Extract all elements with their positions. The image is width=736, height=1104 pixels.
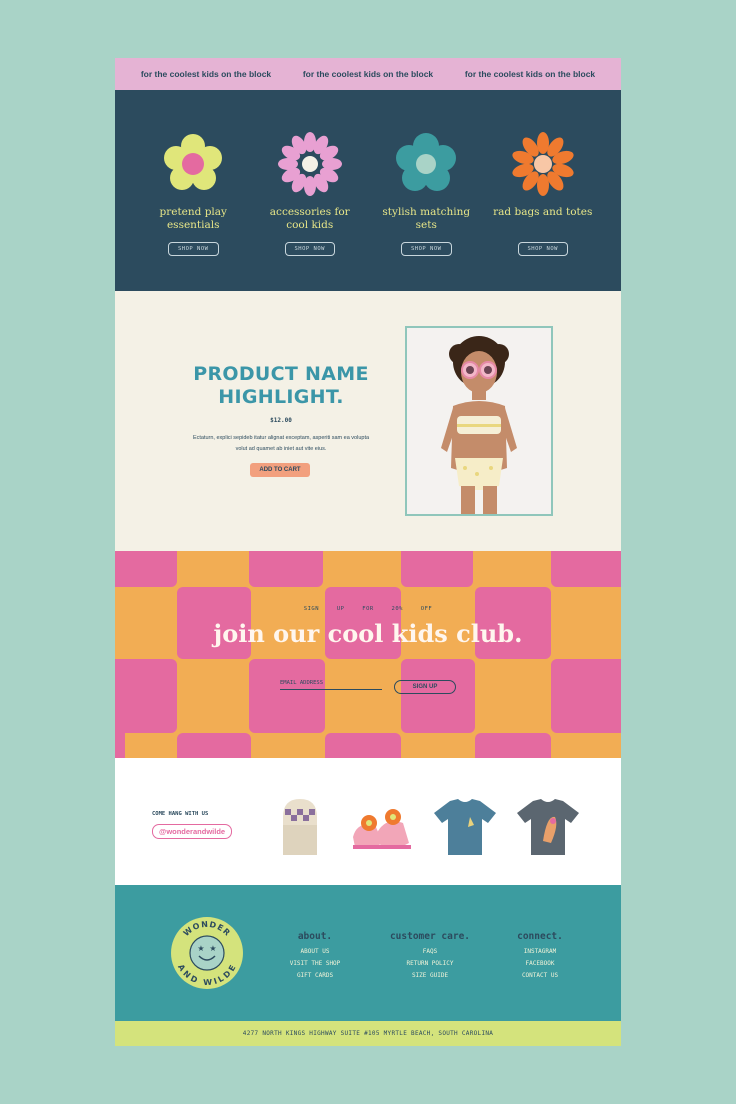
category-label: accessories for cool kids [269,206,350,231]
instagram-handle-link[interactable]: @wonderandwilde [152,824,233,839]
social-section: COME HANG WITH US @wonderandwilde [115,758,621,885]
footer-column-customer-care: customer care. FAQS RETURN POLICY SIZE G… [375,931,485,982]
newsletter-section: SIGN UP FOR 20% OFF join our cool kids c… [115,551,621,758]
return-policy-link[interactable]: RETURN POLICY [375,958,485,970]
beanie-product-image[interactable] [265,795,335,857]
announcement-marquee: for the coolest kids on the block for th… [115,58,621,90]
category-label: rad bags and totes [493,206,593,218]
marquee-text: for the coolest kids on the block [302,69,434,79]
add-to-cart-button[interactable]: ADD TO CART [250,463,310,477]
footer-column-title: about. [297,931,333,942]
flower-icon [164,134,223,190]
blue-tee-product-image[interactable] [430,795,500,857]
category-matching-sets: stylish matching sets SHOP NOW [376,90,476,256]
wonder-and-wilde-logo[interactable]: ★ ★ WONDER AND WILDE [170,916,244,990]
facebook-link[interactable]: FACEBOOK [485,958,595,970]
footer-column-connect: connect. INSTAGRAM FACEBOOK CONTACT US [485,931,595,982]
flower-icon [396,133,457,191]
marquee-text: for the coolest kids on the block [140,69,272,79]
page: for the coolest kids on the block for th… [115,58,621,1046]
category-pretend-play: pretend play essentials SHOP NOW [143,90,243,256]
grey-tee-product-image[interactable] [513,795,583,857]
store-address: 4277 NORTH KINGS HIGHWAY SUITE #105 MYRT… [242,1030,494,1037]
size-guide-link[interactable]: SIZE GUIDE [375,970,485,982]
category-bags-totes: rad bags and totes SHOP NOW [493,90,593,256]
faqs-link[interactable]: FAQS [375,946,485,958]
marquee-text: for the coolest kids on the block [464,69,596,79]
instagram-link[interactable]: INSTAGRAM [485,946,595,958]
product-description: Ectaturn, explici sepideb itatur alignat… [192,435,370,452]
footer-column-about: about. ABOUT US VISIT THE SHOP GIFT CARD… [260,931,370,982]
shop-now-button[interactable]: SHOP NOW [517,242,568,256]
category-section: pretend play essentials SHOP NOW accesso… [115,90,621,291]
shop-now-button[interactable]: SHOP NOW [284,242,335,256]
flower-icon [277,132,342,196]
shop-now-button[interactable]: SHOP NOW [168,242,219,256]
address-bar: 4277 NORTH KINGS HIGHWAY SUITE #105 MYRT… [115,1021,621,1046]
footer: ★ ★ WONDER AND WILDE about. ABOUT US VIS… [115,885,621,1021]
product-highlight-section: PRODUCT NAME HIGHLIGHT. $12.00 Ectaturn,… [115,291,621,551]
sign-up-button[interactable]: SIGN UP [394,680,456,694]
shop-now-button[interactable]: SHOP NOW [401,242,452,256]
visit-shop-link[interactable]: VISIT THE SHOP [260,958,370,970]
product-photo[interactable] [405,326,553,516]
footer-column-title: connect. [517,931,563,942]
flower-sandals-product-image[interactable] [347,795,417,857]
come-hang-label: COME HANG WITH US [152,811,209,817]
svg-text:★: ★ [197,944,204,953]
svg-text:★: ★ [209,944,216,953]
category-accessories: accessories for cool kids SHOP NOW [260,90,360,256]
about-us-link[interactable]: ABOUT US [260,946,370,958]
signup-discount-text: SIGN UP FOR 20% OFF [303,606,433,612]
child-model-image [407,328,551,514]
category-label: stylish matching sets [382,206,471,231]
flower-icon [512,132,574,196]
gift-cards-link[interactable]: GIFT CARDS [260,970,370,982]
club-title: join our cool kids club. [213,619,523,648]
checkerboard-background [115,551,621,758]
product-title: PRODUCT NAME HIGHLIGHT. [193,363,369,408]
email-field[interactable]: EMAIL ADDRESS [280,680,382,690]
footer-column-title: customer care. [389,931,471,942]
product-price: $12.00 [270,417,292,424]
category-label: pretend play essentials [159,206,227,231]
contact-us-link[interactable]: CONTACT US [485,970,595,982]
